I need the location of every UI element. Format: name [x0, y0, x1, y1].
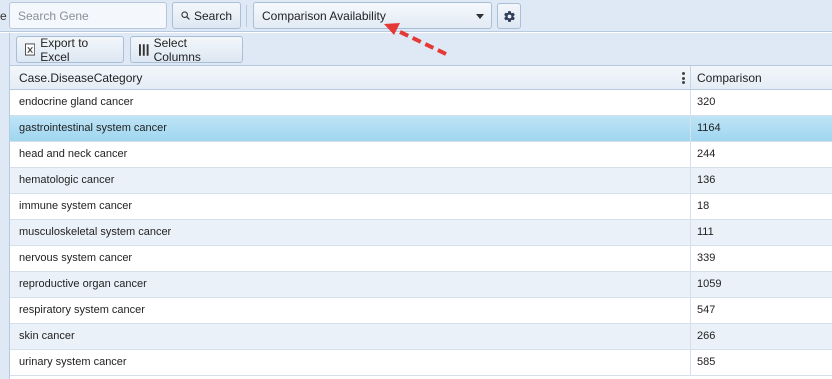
data-grid: Case.DiseaseCategory Comparison endocrin…: [10, 66, 832, 379]
columns-icon: [139, 43, 149, 56]
select-columns-button[interactable]: Select Columns: [130, 35, 243, 64]
table-row[interactable]: skin cancer 266: [10, 324, 832, 350]
left-edge-label: e: [0, 9, 7, 23]
comparison-count-cell: 547: [697, 304, 716, 316]
comparison-count-cell: 1059: [697, 278, 722, 290]
grid-body: endocrine gland cancer 320 gastrointestina…: [10, 90, 832, 376]
comparison-count-cell: 111: [697, 226, 714, 238]
disease-category-cell: gastrointestinal system cancer: [10, 116, 691, 141]
disease-category-cell: immune system cancer: [10, 194, 691, 219]
disease-category-cell: respiratory system cancer: [10, 298, 691, 323]
excel-icon: [25, 43, 36, 56]
dropdown-value: Comparison Availability: [262, 8, 386, 23]
table-row[interactable]: urinary system cancer 585: [10, 350, 832, 376]
table-row[interactable]: respiratory system cancer 547: [10, 298, 832, 324]
gear-icon: [503, 10, 515, 22]
select-columns-label: Select Columns: [153, 35, 201, 64]
search-button-label: Search: [193, 8, 232, 23]
column-header-label: Case.DiseaseCategory: [19, 71, 143, 85]
disease-category-cell: nervous system cancer: [10, 246, 691, 271]
search-button[interactable]: Search: [172, 2, 241, 29]
column-header-disease-category[interactable]: Case.DiseaseCategory: [10, 66, 691, 90]
comparison-count-cell: 339: [697, 252, 716, 264]
grid-toolbar: Export to Excel Select Columns: [10, 33, 832, 66]
table-row[interactable]: gastrointestinal system cancer 1164: [10, 116, 832, 142]
table-row[interactable]: hematologic cancer 136: [10, 168, 832, 194]
column-menu-icon[interactable]: [682, 72, 685, 84]
table-row[interactable]: immune system cancer 18: [10, 194, 832, 220]
column-header-comparison[interactable]: Comparison: [691, 66, 832, 90]
table-row[interactable]: musculoskeletal system cancer 111: [10, 220, 832, 246]
grid-header: Case.DiseaseCategory Comparison: [10, 66, 832, 90]
toolbar-divider: [246, 5, 247, 27]
disease-category-cell: hematologic cancer: [10, 168, 691, 193]
table-row[interactable]: head and neck cancer 244: [10, 142, 832, 168]
table-row[interactable]: reproductive organ cancer 1059: [10, 272, 832, 298]
settings-button[interactable]: [497, 3, 521, 29]
chevron-down-icon: [476, 14, 484, 19]
column-header-label: Comparison: [697, 71, 762, 85]
comparison-count-cell: 136: [697, 174, 716, 186]
comparison-count-cell: 1164: [697, 122, 721, 134]
top-toolbar: e Search Comparison Availability: [0, 0, 832, 32]
search-icon: [181, 11, 190, 20]
disease-category-cell: urinary system cancer: [10, 350, 691, 375]
comparison-count-cell: 18: [697, 200, 710, 212]
comparison-count-cell: 320: [697, 96, 716, 108]
comparison-count-cell: 266: [697, 330, 716, 342]
disease-category-cell: musculoskeletal system cancer: [10, 220, 691, 245]
comparison-count-cell: 244: [697, 148, 716, 160]
disease-category-cell: endocrine gland cancer: [10, 90, 691, 115]
disease-category-cell: head and neck cancer: [10, 142, 691, 167]
availability-dropdown[interactable]: Comparison Availability: [253, 2, 492, 29]
disease-category-cell: reproductive organ cancer: [10, 272, 691, 297]
comparison-count-cell: 585: [697, 356, 716, 368]
app-window: e Search Comparison Availability: [0, 0, 832, 379]
export-button-label: Export to Excel: [40, 35, 89, 64]
left-panel-strip: [0, 33, 10, 379]
disease-category-cell: skin cancer: [10, 324, 691, 349]
search-gene-input[interactable]: [9, 2, 167, 29]
table-row[interactable]: endocrine gland cancer 320: [10, 90, 832, 116]
export-to-excel-button[interactable]: Export to Excel: [16, 35, 124, 64]
table-row[interactable]: nervous system cancer 339: [10, 246, 832, 272]
